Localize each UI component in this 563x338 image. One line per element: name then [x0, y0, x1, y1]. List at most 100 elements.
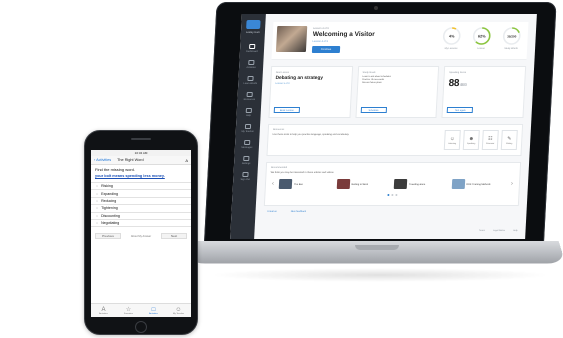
listening-icon: ☺: [449, 135, 456, 142]
feedback-link[interactable]: Give feedback: [291, 210, 306, 213]
recommended-item[interactable]: Getting to Work: [336, 179, 391, 189]
answer-option[interactable]: Risking: [91, 183, 191, 191]
ring-value: 4%: [449, 34, 455, 38]
sidebar-item-label: Settings: [241, 161, 251, 165]
tab-teacher[interactable]: ☺ My Teacher: [166, 304, 191, 317]
footer-links: Terms Legal Notice Help: [479, 230, 518, 232]
sidebar-item-teacher[interactable]: My Teacher: [236, 120, 261, 136]
tab-activities[interactable]: A Activities: [91, 304, 116, 317]
question-sentence: your bolt means spending less money.: [91, 174, 191, 179]
sidebar-item-label: Sign Out: [240, 177, 250, 181]
teacher-icon: [244, 123, 252, 129]
recommended-item[interactable]: The Bus: [278, 179, 334, 189]
carousel-dot[interactable]: [394, 194, 397, 196]
schedule-button[interactable]: Schedule: [360, 107, 387, 113]
goals-list: Learn to ask about schedules Practice 10…: [362, 76, 434, 86]
sidebar-item-label: Resources: [243, 97, 256, 101]
sidebar-item-activities[interactable]: Activities: [239, 56, 264, 72]
score-unit: /800: [459, 82, 467, 87]
sidebar-item-dashboard[interactable]: Dashboard: [240, 40, 265, 56]
chevron-left-icon[interactable]: ‹: [270, 181, 276, 187]
summary-cards: Next Lesson Debating an strategy Lesson …: [268, 66, 527, 118]
progress-ring: 62% Lesson: [469, 26, 494, 50]
lesson-kicker: Lesson 4 of 9: [313, 27, 329, 30]
writing-icon: ✎: [507, 135, 512, 142]
resource-label: Writing: [505, 142, 513, 145]
continue-button[interactable]: Continue: [311, 46, 341, 53]
thumbnail: [278, 179, 293, 189]
sidebar-item-label: My Teacher: [241, 129, 254, 133]
resource-listening[interactable]: ☺ Listening: [443, 130, 461, 150]
tab-favorites[interactable]: ☆ Favorites: [116, 304, 141, 317]
sidebar-item-resources[interactable]: Resources: [237, 88, 262, 104]
user-name: Lesley Hum: [245, 31, 260, 34]
progress-ring: 35/200 Study Words: [499, 26, 524, 50]
sidebar-item-label: Learn Words: [243, 81, 258, 85]
progress-rings: 4% My Lessons 62% Lesson 35/200 Study Wo…: [439, 26, 524, 50]
resources-panel: Resources Use these tools to help you pr…: [266, 124, 524, 156]
home-button[interactable]: [135, 321, 147, 333]
resource-grammar[interactable]: ☷ Grammar: [481, 130, 499, 150]
laptop-shadow: [210, 268, 550, 282]
app-logo: [246, 20, 261, 29]
email-link[interactable]: Email us: [267, 210, 276, 213]
laptop-device: Lesley Hum Dashboard Activities Learn Wo…: [150, 0, 563, 300]
signout-icon: [242, 171, 249, 177]
terms-link[interactable]: Terms: [479, 230, 485, 232]
back-button[interactable]: ‹ Activities: [94, 158, 111, 162]
answer-option[interactable]: Discounting: [91, 213, 191, 220]
ring-label: My Lessons: [444, 47, 458, 50]
progress-ring: 4% My Lessons: [439, 26, 464, 50]
sidebar-item-learn-words[interactable]: Learn Words: [238, 72, 263, 88]
recommended-panel: Recommended We think you may be interest…: [263, 162, 522, 206]
learn-words-icon: [247, 75, 254, 81]
help-link[interactable]: Help: [513, 230, 518, 232]
speaking-icon: ☻: [468, 135, 475, 142]
carousel-dot[interactable]: [386, 194, 389, 196]
dashboard-main: Lesson 4 of 9 Welcoming a Visitor Lesson…: [254, 14, 537, 239]
recommended-carousel: ‹ The Bus Getting to Work Traveling alon…: [270, 179, 516, 189]
recommended-item[interactable]: DDE Training Methods: [451, 179, 506, 189]
sidebar-item-label: Activities: [246, 65, 256, 69]
sidebar-item-sign-out[interactable]: Sign Out: [233, 168, 258, 184]
carousel-dot[interactable]: [390, 194, 393, 196]
about-answer-link[interactable]: About My Answer: [131, 235, 151, 238]
card-kicker: Next Lesson: [275, 71, 290, 74]
book-lesson-button[interactable]: Book Lesson: [273, 107, 301, 113]
recommended-title: Getting to Work: [351, 182, 369, 186]
tab-activities-active[interactable]: □ Activities: [141, 304, 166, 317]
laptop-notch: [355, 245, 399, 250]
sidebar-item-help[interactable]: Help: [236, 104, 261, 120]
messages-icon: [244, 139, 251, 145]
help-links: Email us Give feedback: [267, 210, 306, 213]
resource-speaking[interactable]: ☻ Speaking: [462, 130, 480, 150]
resource-label: Grammar: [485, 142, 495, 145]
carousel-dots: [269, 194, 514, 196]
recommended-title: The Bus: [293, 182, 303, 186]
tab-label: Activities: [99, 312, 108, 315]
sidebar-item-messages[interactable]: Messages: [235, 136, 260, 152]
answer-option[interactable]: Negotiating: [91, 220, 191, 228]
resources-icon: [246, 91, 253, 97]
next-lesson-card: Next Lesson Debating an strategy Lesson …: [268, 66, 353, 118]
chevron-right-icon[interactable]: ›: [509, 181, 515, 187]
next-button[interactable]: Next: [161, 233, 187, 240]
font-size-icon[interactable]: A: [185, 158, 188, 163]
ring-chart-icon: 4%: [442, 27, 461, 45]
nav-bar: ‹ Activities The Right Word A: [91, 156, 191, 165]
answer-option[interactable]: Expanding: [91, 190, 191, 198]
lesson-title: Welcoming a Visitor: [312, 31, 375, 38]
answer-option[interactable]: Tightening: [91, 205, 191, 213]
current-lesson-panel: Lesson 4 of 9 Welcoming a Visitor Lesson…: [271, 22, 529, 60]
blank-phrase: your bolt means spending less money.: [95, 174, 165, 178]
resource-writing[interactable]: ✎ Writing: [500, 130, 518, 150]
test-again-button[interactable]: Test again: [447, 107, 474, 113]
lesson-photo: [275, 26, 308, 52]
sidebar-item-settings[interactable]: Settings: [234, 152, 259, 168]
legal-link[interactable]: Legal Notice: [493, 230, 505, 232]
answer-option[interactable]: Reducing: [91, 198, 191, 206]
recommended-item[interactable]: Traveling alone: [393, 179, 449, 189]
previous-button[interactable]: Previous: [95, 233, 121, 240]
thumbnail: [451, 179, 465, 189]
answer-options: Risking Expanding Reducing Tightening Di…: [91, 182, 191, 228]
